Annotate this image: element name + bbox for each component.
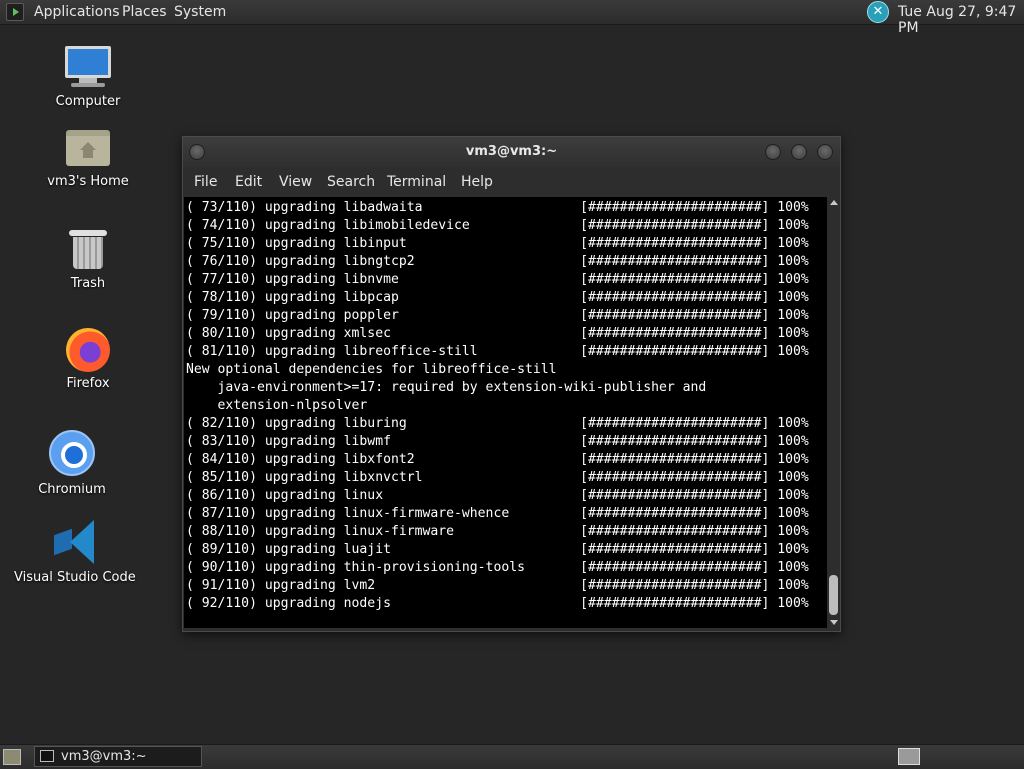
scrollbar-thumb[interactable] (829, 575, 838, 615)
terminal-menu-bar: File Edit View Search Terminal Help (183, 167, 840, 197)
desktop-icon-home[interactable]: vm3's Home (38, 130, 138, 189)
desktop-icon-label: Chromium (38, 482, 106, 497)
desktop-icon-computer[interactable]: Computer (38, 46, 138, 109)
scroll-up-arrow-icon[interactable] (830, 200, 838, 205)
terminal-line: ( 76/110) upgrading libngtcp2 [#########… (186, 254, 809, 269)
window-title-bar[interactable]: vm3@vm3:~ (183, 137, 840, 167)
terminal-scrollbar[interactable] (828, 197, 839, 628)
desktop-icon-label: Trash (70, 276, 106, 291)
terminal-line: ( 73/110) upgrading libadwaita [########… (186, 200, 809, 215)
terminal-line: java-environment>=17: required by extens… (186, 380, 707, 395)
terminal-launcher-icon[interactable] (6, 3, 24, 21)
close-button[interactable] (817, 144, 833, 160)
applications-menu[interactable]: Applications (34, 4, 120, 20)
terminal-line: ( 75/110) upgrading libinput [##########… (186, 236, 809, 251)
places-menu[interactable]: Places (122, 4, 167, 20)
terminal-line: extension-nlpsolver (186, 398, 368, 413)
menu-search[interactable]: Search (327, 174, 375, 190)
clock[interactable]: Tue Aug 27, 9:47 PM (898, 4, 1024, 36)
vscode-icon (52, 520, 96, 566)
system-menu[interactable]: System (174, 4, 226, 20)
terminal-lines: ( 73/110) upgrading libadwaita [########… (186, 199, 809, 613)
window-title: vm3@vm3:~ (465, 144, 558, 159)
bottom-panel: vm3@vm3:~ (0, 744, 1024, 769)
trash-icon (69, 230, 107, 272)
computer-icon (65, 46, 111, 90)
menu-file[interactable]: File (194, 174, 217, 190)
terminal-line: ( 77/110) upgrading libnvme [###########… (186, 272, 809, 287)
menu-edit[interactable]: Edit (235, 174, 262, 190)
desktop-icon-vscode[interactable]: Visual Studio Code (14, 520, 136, 585)
terminal-line: ( 92/110) upgrading nodejs [############… (186, 596, 809, 611)
taskbar-window-button[interactable]: vm3@vm3:~ (34, 746, 202, 767)
terminal-line: ( 82/110) upgrading liburing [##########… (186, 416, 809, 431)
desktop-icon-label: Firefox (66, 376, 110, 391)
menu-help[interactable]: Help (461, 174, 493, 190)
terminal-line: ( 81/110) upgrading libreoffice-still [#… (186, 344, 809, 359)
terminal-line: ( 87/110) upgrading linux-firmware-whenc… (186, 506, 809, 521)
terminal-line: ( 85/110) upgrading libxnvctrl [########… (186, 470, 809, 485)
terminal-line: ( 89/110) upgrading luajit [############… (186, 542, 809, 557)
update-notifier-icon[interactable]: ✕ (867, 1, 889, 23)
terminal-output[interactable]: ( 73/110) upgrading libadwaita [########… (184, 197, 827, 628)
terminal-icon (40, 750, 54, 762)
terminal-line: New optional dependencies for libreoffic… (186, 362, 557, 377)
desktop-icon-trash[interactable]: Trash (38, 230, 138, 291)
top-panel: Applications Places System ✕ Tue Aug 27,… (0, 0, 1024, 36)
terminal-line: ( 83/110) upgrading libwmf [############… (186, 434, 809, 449)
maximize-button[interactable] (791, 144, 807, 160)
terminal-window[interactable]: vm3@vm3:~ File Edit View Search Terminal… (182, 136, 841, 632)
terminal-line: ( 78/110) upgrading libpcap [###########… (186, 290, 809, 305)
workspace-switcher[interactable] (898, 748, 920, 765)
minimize-button[interactable] (765, 144, 781, 160)
terminal-line: ( 91/110) upgrading lvm2 [##############… (186, 578, 809, 593)
menu-terminal[interactable]: Terminal (387, 174, 446, 190)
desktop-icon-firefox[interactable]: Firefox (38, 328, 138, 391)
firefox-icon (66, 328, 110, 372)
menu-view[interactable]: View (279, 174, 312, 190)
desktop-icon-label: Visual Studio Code (14, 570, 136, 585)
taskbar-window-label: vm3@vm3:~ (61, 749, 147, 764)
terminal-line: ( 84/110) upgrading libxfont2 [#########… (186, 452, 809, 467)
terminal-line: ( 86/110) upgrading linux [#############… (186, 488, 809, 503)
terminal-line: ( 79/110) upgrading poppler [###########… (186, 308, 809, 323)
show-desktop-icon[interactable] (3, 749, 21, 765)
terminal-line: ( 88/110) upgrading linux-firmware [####… (186, 524, 809, 539)
terminal-line: ( 74/110) upgrading libimobiledevice [##… (186, 218, 809, 233)
scroll-down-arrow-icon[interactable] (830, 620, 838, 625)
desktop-icon-label: Computer (55, 94, 121, 109)
desktop-icon-label: vm3's Home (47, 174, 129, 189)
home-folder-icon (66, 130, 110, 170)
terminal-line: ( 90/110) upgrading thin-provisioning-to… (186, 560, 809, 575)
terminal-line: ( 80/110) upgrading xmlsec [############… (186, 326, 809, 341)
chromium-icon (49, 430, 95, 478)
desktop-icon-chromium[interactable]: Chromium (22, 430, 122, 497)
